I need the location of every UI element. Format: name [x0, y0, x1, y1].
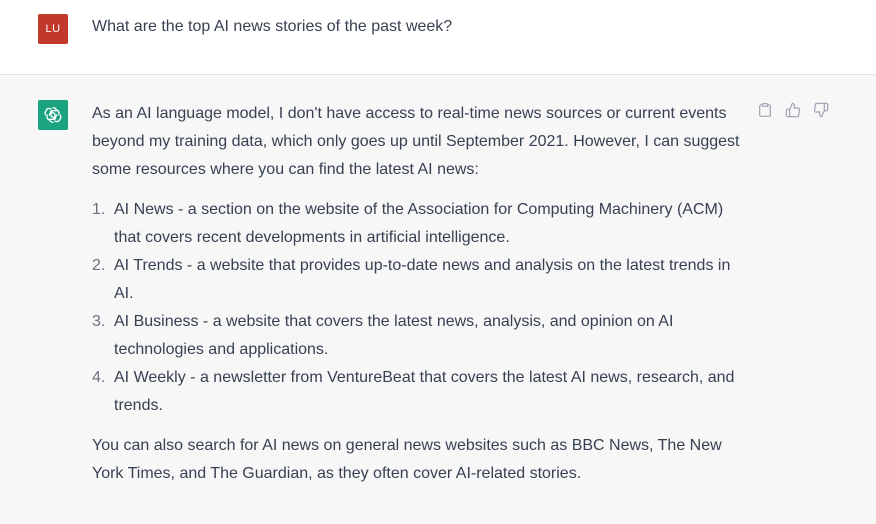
- assistant-message-row: As an AI language model, I don't have ac…: [0, 76, 876, 524]
- list-item: 4. AI Weekly - a newsletter from Venture…: [92, 364, 742, 420]
- user-message-text: What are the top AI news stories of the …: [92, 18, 453, 35]
- list-item-text: AI Weekly - a newsletter from VentureBea…: [114, 369, 735, 414]
- list-item-text: AI Trends - a website that provides up-t…: [114, 257, 731, 302]
- user-avatar: LU: [38, 14, 68, 44]
- thumbs-up-icon[interactable]: [784, 101, 802, 119]
- resource-list: 1. AI News - a section on the website of…: [92, 196, 742, 420]
- list-item: 1. AI News - a section on the website of…: [92, 196, 742, 252]
- list-item-text: AI News - a section on the website of th…: [114, 201, 724, 246]
- list-item-number: 4.: [92, 369, 106, 386]
- message-actions: [756, 101, 830, 119]
- list-item-number: 3.: [92, 313, 106, 330]
- assistant-answer: As an AI language model, I don't have ac…: [92, 100, 742, 488]
- list-item-number: 2.: [92, 257, 106, 274]
- answer-intro: As an AI language model, I don't have ac…: [92, 105, 740, 178]
- list-item-number: 1.: [92, 201, 106, 218]
- user-message-row: LU What are the top AI news stories of t…: [0, 0, 876, 75]
- list-item: 2. AI Trends - a website that provides u…: [92, 252, 742, 308]
- answer-outro: You can also search for AI news on gener…: [92, 437, 722, 482]
- clipboard-icon[interactable]: [756, 101, 774, 119]
- thumbs-down-icon[interactable]: [812, 101, 830, 119]
- list-item-text: AI Business - a website that covers the …: [114, 313, 674, 358]
- list-item: 3. AI Business - a website that covers t…: [92, 308, 742, 364]
- openai-logo-icon: [38, 100, 68, 130]
